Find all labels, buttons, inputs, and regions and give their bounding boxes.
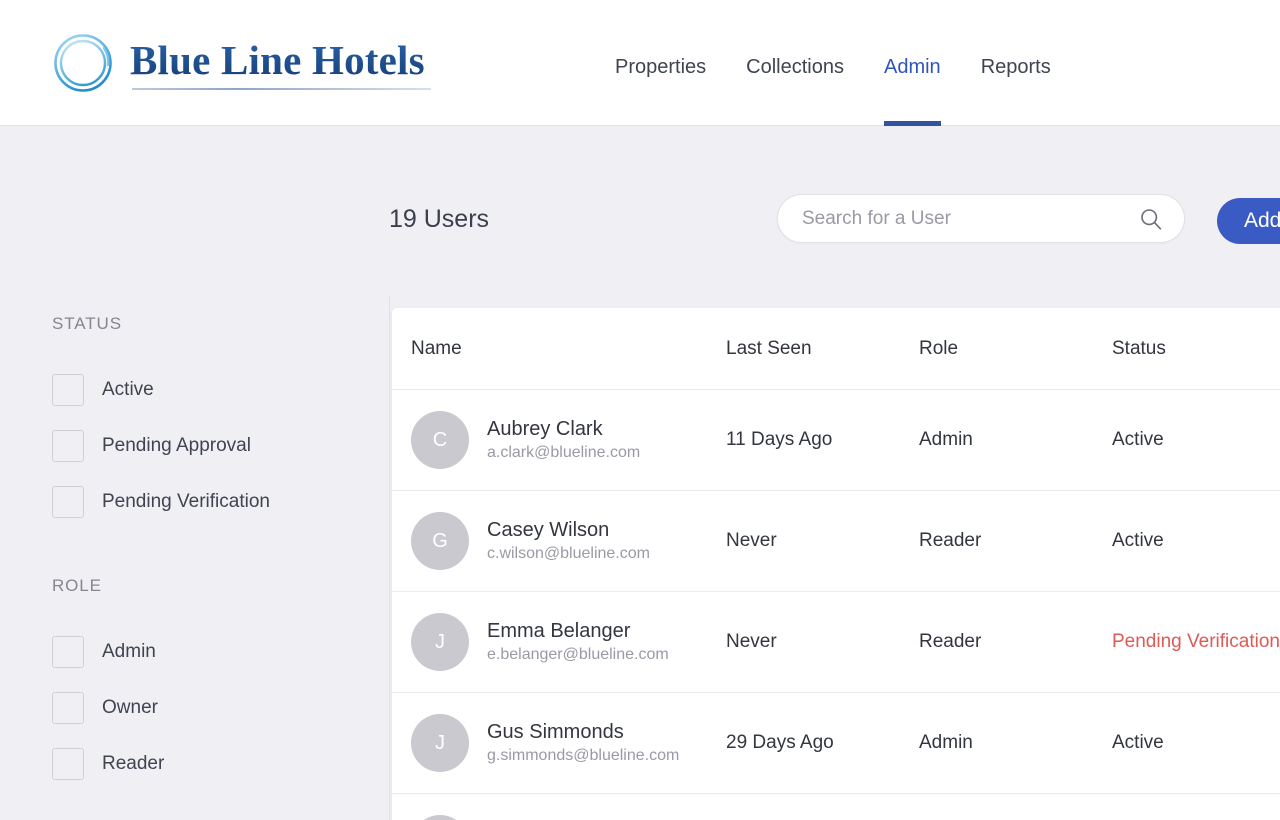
user-identity: Emma Belanger e.belanger@blueline.com: [487, 618, 669, 666]
brand-wordmark: Blue Line Hotels: [130, 37, 431, 90]
table-row[interactable]: J Gus Simmonds g.simmonds@blueline.com 2…: [392, 693, 1280, 794]
user-name: Emma Belanger: [487, 620, 631, 642]
user-name: Gus Simmonds: [487, 721, 624, 743]
filter-option-pending-approval[interactable]: Pending Approval: [52, 429, 270, 463]
user-last-seen: Never: [726, 530, 777, 551]
table-header-row: Name Last Seen Role Status: [392, 308, 1280, 390]
checkbox-reader[interactable]: [52, 748, 84, 780]
column-header-name[interactable]: Name: [392, 338, 726, 360]
column-header-status[interactable]: Status: [1112, 338, 1280, 360]
filter-group-role: Role Admin Owner Reader: [52, 576, 164, 781]
status-badge: Pending Verification: [1112, 631, 1280, 652]
avatar: J: [411, 613, 469, 671]
search-input[interactable]: [802, 195, 1122, 242]
user-role: Reader: [919, 631, 982, 652]
user-name-cell: J Gus Simmonds g.simmonds@blueline.com: [392, 714, 726, 772]
nav-item-collections[interactable]: Collections: [726, 0, 864, 126]
nav-item-admin[interactable]: Admin: [864, 0, 961, 126]
filter-label-pending-verification: Pending Verification: [102, 491, 270, 512]
user-name-cell: J: [392, 815, 726, 820]
filter-option-pending-verification[interactable]: Pending Verification: [52, 485, 270, 519]
user-name: Casey Wilson: [487, 519, 610, 541]
user-name-cell: J Emma Belanger e.belanger@blueline.com: [392, 613, 726, 671]
checkbox-admin[interactable]: [52, 636, 84, 668]
top-header: Blue Line Hotels Properties Collections …: [0, 0, 1280, 126]
user-email: g.simmonds@blueline.com: [487, 747, 680, 764]
nav-item-reports[interactable]: Reports: [961, 0, 1071, 126]
table-row[interactable]: C Aubrey Clark a.clark@blueline.com 11 D…: [392, 390, 1280, 491]
user-status: Active: [1112, 429, 1164, 450]
filter-label-admin: Admin: [102, 641, 156, 662]
brand-underline: [132, 88, 431, 90]
filter-option-reader[interactable]: Reader: [52, 747, 164, 781]
filter-label-reader: Reader: [102, 753, 165, 774]
filters-sidebar: Status Active Pending Approval Pending V…: [0, 296, 390, 820]
concentric-rings-icon: [52, 32, 114, 94]
user-role: Admin: [919, 429, 973, 450]
user-identity: Casey Wilson c.wilson@blueline.com: [487, 517, 650, 565]
filter-label-active: Active: [102, 379, 154, 400]
filter-option-admin[interactable]: Admin: [52, 635, 164, 669]
filter-group-title-role: Role: [52, 576, 102, 595]
table-row[interactable]: G Casey Wilson c.wilson@blueline.com Nev…: [392, 491, 1280, 592]
user-role: Admin: [919, 732, 973, 753]
add-user-button[interactable]: Add a User: [1217, 198, 1280, 244]
filter-option-active[interactable]: Active: [52, 373, 270, 407]
avatar: C: [411, 411, 469, 469]
user-status: Active: [1112, 732, 1164, 753]
checkbox-owner[interactable]: [52, 692, 84, 724]
filter-group-title-status: Status: [52, 314, 122, 333]
user-email: e.belanger@blueline.com: [487, 646, 669, 663]
filter-group-status: Status Active Pending Approval Pending V…: [52, 314, 270, 519]
filter-label-pending-approval: Pending Approval: [102, 435, 251, 456]
user-status: Active: [1112, 530, 1164, 551]
user-last-seen: 29 Days Ago: [726, 732, 834, 753]
admin-users-page: Blue Line Hotels Properties Collections …: [0, 0, 1280, 820]
avatar: J: [411, 815, 469, 820]
user-identity: Aubrey Clark a.clark@blueline.com: [487, 416, 640, 464]
brand-logo[interactable]: Blue Line Hotels: [52, 32, 431, 94]
table-row[interactable]: J: [392, 794, 1280, 820]
table-row[interactable]: J Emma Belanger e.belanger@blueline.com …: [392, 592, 1280, 693]
checkbox-pending-approval[interactable]: [52, 430, 84, 462]
brand-name: Blue Line Hotels: [130, 37, 425, 83]
users-table: Name Last Seen Role Status C Aubrey Clar…: [392, 308, 1280, 820]
user-last-seen: 11 Days Ago: [726, 429, 833, 450]
avatar: J: [411, 714, 469, 772]
user-role: Reader: [919, 530, 982, 551]
search-icon[interactable]: [1140, 208, 1162, 230]
user-last-seen: Never: [726, 631, 777, 652]
user-name: Aubrey Clark: [487, 418, 603, 440]
checkbox-pending-verification[interactable]: [52, 486, 84, 518]
column-header-role[interactable]: Role: [919, 338, 1112, 360]
user-count-label: 19 Users: [389, 205, 490, 233]
user-name-cell: G Casey Wilson c.wilson@blueline.com: [392, 512, 726, 570]
filter-option-owner[interactable]: Owner: [52, 691, 164, 725]
search-box[interactable]: [777, 194, 1185, 243]
user-email: a.clark@blueline.com: [487, 444, 641, 461]
avatar: G: [411, 512, 469, 570]
main-nav: Properties Collections Admin Reports: [595, 0, 1071, 126]
filter-label-owner: Owner: [102, 697, 158, 718]
user-name-cell: C Aubrey Clark a.clark@blueline.com: [392, 411, 726, 469]
user-identity: Gus Simmonds g.simmonds@blueline.com: [487, 719, 679, 767]
column-header-last-seen[interactable]: Last Seen: [726, 338, 919, 360]
user-email: c.wilson@blueline.com: [487, 545, 650, 562]
checkbox-active[interactable]: [52, 374, 84, 406]
nav-item-properties[interactable]: Properties: [595, 0, 726, 126]
